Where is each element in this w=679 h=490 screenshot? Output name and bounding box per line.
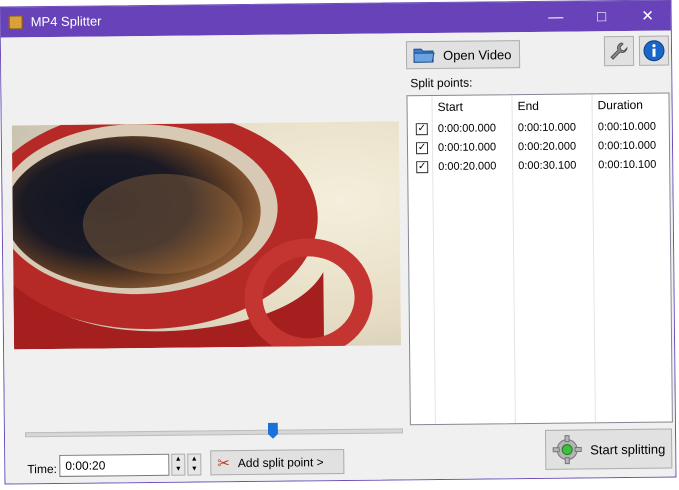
settings-button[interactable] [603,35,635,67]
slider-thumb[interactable] [268,423,278,439]
row-duration: 0:00:10.000 [597,120,656,134]
spin-up-icon[interactable]: ▲ [188,454,200,464]
spin-up-icon[interactable]: ▲ [172,455,184,465]
app-icon [8,15,23,30]
split-points-table[interactable]: Start End Duration ✓ 0:00:00.000 0:00:10… [406,92,673,426]
add-split-point-label: Add split point > [237,454,324,470]
video-frame-image [11,121,402,350]
minimize-button[interactable]: — [532,1,578,31]
scissors-icon: ✂ [217,454,230,472]
spin-down-icon[interactable]: ▼ [172,465,184,475]
row-start: 0:00:20.000 [438,160,497,173]
time-input[interactable] [59,453,170,477]
slider-track [24,428,403,438]
gear-icon [552,435,582,465]
row-start: 0:00:00.000 [437,122,496,135]
start-indicator-icon [561,444,573,456]
window-frame: MP4 Splitter — □ ✕ Time: 0:00:20 ▲ ▼ ▲ ▼… [0,0,677,485]
row-duration: 0:00:10.100 [598,158,657,172]
wrench-icon [610,42,628,60]
table-row[interactable]: ✓ 0:00:20.000 0:00:30.100 0:00:10.100 [408,156,669,178]
info-icon [643,40,665,62]
close-button[interactable]: ✕ [624,1,670,31]
add-split-point-button[interactable]: ✂ Add split point > [210,448,345,476]
row-start: 0:00:10.000 [437,141,497,154]
close-icon: ✕ [641,7,655,25]
start-splitting-label: Start splitting [590,441,666,457]
row-checkbox[interactable]: ✓ [415,142,429,155]
row-end: 0:00:30.100 [518,159,577,173]
table-header: Start End Duration [407,94,668,119]
row-checkbox[interactable]: ✓ [416,161,429,174]
info-button[interactable] [638,35,670,66]
video-preview [11,121,402,350]
open-video-button[interactable]: Open Video [405,40,521,70]
row-checkbox[interactable]: ✓ [415,123,428,136]
split-points-label: Split points: [410,75,473,91]
column-header-start[interactable]: Start [438,100,463,114]
time-label: Time: [27,461,57,477]
maximize-icon: □ [597,7,607,25]
window-title: MP4 Splitter [30,13,102,30]
column-header-end[interactable]: End [518,99,540,113]
maximize-button[interactable]: □ [578,1,624,31]
start-splitting-button[interactable]: Start splitting [544,428,673,470]
minimize-icon: — [548,8,564,26]
app-window: MP4 Splitter — □ ✕ Time: 0:00:20 ▲ ▼ ▲ ▼… [0,0,679,490]
time-spinner-hours[interactable]: ▲ ▼ [171,453,186,476]
main-content: Time: ▲ ▼ ▲ ▼ ✂ Add split point > Open V… [0,30,676,484]
timeline-slider[interactable] [24,423,403,441]
row-duration: 0:00:10.000 [597,139,657,153]
row-end: 0:00:20.000 [517,140,577,154]
open-video-label: Open Video [442,46,512,63]
folder-icon [413,48,435,63]
column-header-duration[interactable]: Duration [597,98,643,112]
row-end: 0:00:10.000 [517,121,576,135]
spin-down-icon[interactable]: ▼ [188,464,200,474]
time-spinner-seconds[interactable]: ▲ ▼ [187,453,202,476]
